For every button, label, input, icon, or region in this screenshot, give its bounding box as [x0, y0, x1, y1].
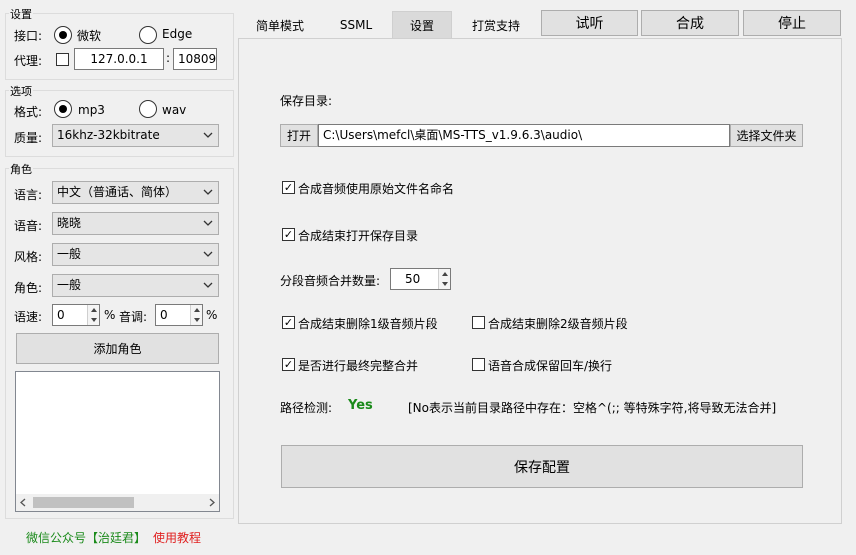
format-option-wav-label[interactable]: wav: [162, 103, 186, 117]
role-list[interactable]: [15, 371, 220, 512]
quality-select-value: 16khz-32kbitrate: [57, 128, 160, 142]
chevron-down-icon: [203, 220, 213, 226]
delete-level1-label[interactable]: 合成结束删除1级音频片段: [298, 315, 438, 332]
chevron-down-icon: [203, 282, 213, 288]
style-select-value: 一般: [57, 247, 82, 261]
save-dir-label: 保存目录:: [280, 94, 333, 108]
role-group-title: 角色: [9, 161, 33, 177]
merge-count-value: 50: [405, 272, 421, 286]
tutorial-link[interactable]: 使用教程: [153, 529, 201, 546]
proxy-host-input[interactable]: 127.0.0.1: [74, 48, 164, 70]
proxy-checkbox[interactable]: [56, 53, 69, 66]
quality-label: 质量:: [14, 131, 43, 145]
pitch-label: 音调:: [119, 310, 148, 324]
horizontal-scrollbar[interactable]: [16, 494, 219, 511]
pitch-stepper[interactable]: 0: [155, 304, 203, 326]
proxy-separator: :: [166, 51, 171, 65]
pitch-unit: %: [206, 308, 218, 322]
rate-label: 语速:: [14, 310, 43, 324]
chevron-down-icon: [203, 251, 213, 257]
tab-settings[interactable]: 设置: [392, 11, 452, 39]
listen-button[interactable]: 试听: [541, 10, 638, 36]
tab-simple-mode[interactable]: 简单模式: [246, 11, 314, 39]
tab-donate[interactable]: 打赏支持: [462, 11, 530, 39]
spin-arrows-icon[interactable]: [87, 305, 99, 325]
proxy-port-input[interactable]: 10809: [173, 48, 217, 70]
language-label: 语言:: [14, 188, 43, 202]
interface-label: 接口:: [14, 29, 43, 43]
path-check-label: 路径检测:: [280, 401, 333, 415]
save-config-button[interactable]: 保存配置: [281, 445, 803, 488]
voice-select[interactable]: 晓晓: [52, 212, 219, 235]
save-dir-input[interactable]: C:\Users\mefcl\桌面\MS-TTS_v1.9.6.3\audio\: [318, 124, 730, 147]
voice-label: 语音:: [14, 219, 43, 233]
rate-unit: %: [104, 308, 116, 322]
delete-level2-checkbox[interactable]: [472, 316, 485, 329]
role-select[interactable]: 一般: [52, 274, 219, 297]
use-source-name-checkbox[interactable]: ✓: [282, 181, 295, 194]
wechat-text: 微信公众号【治廷君】: [26, 531, 147, 545]
voice-select-value: 晓晓: [57, 216, 82, 230]
language-select-value: 中文（普通话、简体）: [57, 185, 178, 199]
synthesize-button[interactable]: 合成: [641, 10, 739, 36]
path-check-hint: [No表示当前目录路径中存在：空格^(;; 等特殊字符,将导致无法合并]: [408, 401, 777, 415]
quality-select[interactable]: 16khz-32kbitrate: [52, 124, 219, 147]
rate-stepper[interactable]: 0: [52, 304, 100, 326]
open-dir-after-checkbox[interactable]: ✓: [282, 228, 295, 241]
open-dir-after-label[interactable]: 合成结束打开保存目录: [298, 227, 418, 244]
tab-ssml[interactable]: SSML: [324, 11, 388, 39]
path-check-value: Yes: [348, 398, 373, 413]
stop-button[interactable]: 停止: [743, 10, 841, 36]
interface-option-edge-label[interactable]: Edge: [162, 27, 192, 41]
format-radio-mp3[interactable]: [54, 100, 72, 118]
merge-count-stepper[interactable]: 50: [390, 268, 451, 290]
language-select[interactable]: 中文（普通话、简体）: [52, 181, 219, 204]
interface-option-microsoft-label[interactable]: 微软: [77, 27, 101, 44]
chevron-right-icon[interactable]: [207, 498, 216, 507]
role-select-value: 一般: [57, 278, 82, 292]
final-merge-checkbox[interactable]: ✓: [282, 358, 295, 371]
delete-level2-label[interactable]: 合成结束删除2级音频片段: [488, 315, 628, 332]
keep-newline-label[interactable]: 语音合成保留回车/换行: [488, 357, 612, 374]
style-label: 风格:: [14, 250, 43, 264]
delete-level1-checkbox[interactable]: ✓: [282, 316, 295, 329]
interface-radio-microsoft[interactable]: [54, 26, 72, 44]
choose-folder-button[interactable]: 选择文件夹: [730, 124, 803, 147]
role-label: 角色:: [14, 281, 43, 295]
style-select[interactable]: 一般: [52, 243, 219, 266]
format-label: 格式:: [14, 105, 43, 119]
keep-newline-checkbox[interactable]: [472, 358, 485, 371]
format-radio-wav[interactable]: [139, 100, 157, 118]
spin-arrows-icon[interactable]: [190, 305, 202, 325]
spin-arrows-icon[interactable]: [438, 269, 450, 289]
format-option-mp3-label[interactable]: mp3: [78, 103, 105, 117]
chevron-down-icon: [203, 189, 213, 195]
interface-radio-edge[interactable]: [139, 26, 157, 44]
options-group-title: 选项: [9, 83, 33, 99]
scrollbar-thumb[interactable]: [33, 497, 134, 508]
merge-count-label: 分段音频合并数量:: [280, 274, 381, 288]
proxy-label: 代理:: [14, 54, 43, 68]
rate-value: 0: [57, 308, 65, 322]
use-source-name-label[interactable]: 合成音频使用原始文件名命名: [298, 180, 454, 197]
add-role-button[interactable]: 添加角色: [16, 333, 219, 364]
chevron-down-icon: [203, 132, 213, 138]
final-merge-label[interactable]: 是否进行最终完整合并: [298, 357, 418, 374]
chevron-left-icon[interactable]: [19, 498, 28, 507]
open-dir-button[interactable]: 打开: [280, 124, 318, 147]
settings-group-title: 设置: [9, 6, 33, 22]
pitch-value: 0: [160, 308, 168, 322]
